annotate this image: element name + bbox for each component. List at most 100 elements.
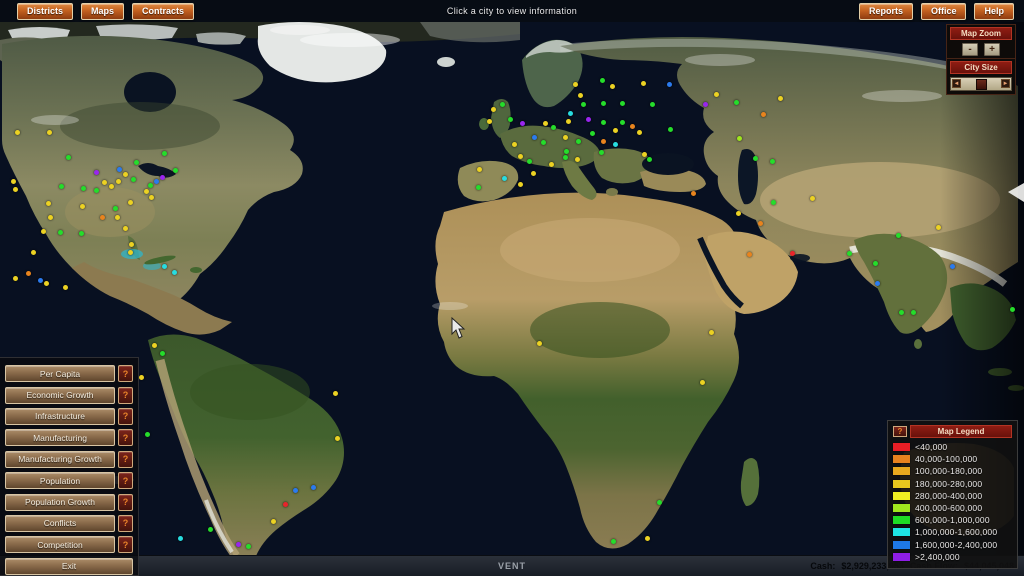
city-dot[interactable]	[13, 276, 18, 281]
city-dot[interactable]	[38, 278, 43, 283]
city-dot[interactable]	[518, 154, 523, 159]
sidebar-item-population[interactable]: Population	[5, 472, 115, 489]
city-dot[interactable]	[44, 281, 49, 286]
maps-button[interactable]: Maps	[81, 3, 124, 20]
help-icon[interactable]: ?	[118, 515, 133, 532]
city-dot[interactable]	[81, 186, 86, 191]
city-dot[interactable]	[691, 191, 696, 196]
sidebar-item-manufacturing[interactable]: Manufacturing	[5, 429, 115, 446]
city-dot[interactable]	[26, 271, 31, 276]
city-dot[interactable]	[46, 201, 51, 206]
city-dot[interactable]	[578, 93, 583, 98]
sidebar-item-manufacturing-growth[interactable]: Manufacturing Growth	[5, 451, 115, 468]
city-dot[interactable]	[590, 131, 595, 136]
city-dot[interactable]	[642, 152, 647, 157]
city-dot[interactable]	[160, 351, 165, 356]
city-dot[interactable]	[487, 119, 492, 124]
city-dot[interactable]	[667, 82, 672, 87]
city-dot[interactable]	[80, 204, 85, 209]
city-dot[interactable]	[771, 200, 776, 205]
city-dot[interactable]	[641, 81, 646, 86]
help-icon[interactable]: ?	[118, 494, 133, 511]
city-dot[interactable]	[790, 251, 795, 256]
city-dot[interactable]	[657, 500, 662, 505]
city-dot[interactable]	[758, 221, 763, 226]
help-icon[interactable]: ?	[118, 365, 133, 382]
help-icon[interactable]: ?	[118, 472, 133, 489]
office-button[interactable]: Office	[921, 3, 967, 20]
city-dot[interactable]	[911, 310, 916, 315]
city-dot[interactable]	[236, 542, 241, 547]
city-dot[interactable]	[109, 184, 114, 189]
city-dot[interactable]	[575, 157, 580, 162]
city-dot[interactable]	[668, 127, 673, 132]
city-dot[interactable]	[778, 96, 783, 101]
city-dot[interactable]	[512, 142, 517, 147]
city-dot[interactable]	[477, 167, 482, 172]
city-dot[interactable]	[568, 111, 573, 116]
city-dot[interactable]	[491, 107, 496, 112]
city-dot[interactable]	[600, 78, 605, 83]
city-dot[interactable]	[613, 142, 618, 147]
city-dot[interactable]	[532, 135, 537, 140]
city-dot[interactable]	[936, 225, 941, 230]
city-dot[interactable]	[613, 128, 618, 133]
sidebar-item-conflicts[interactable]: Conflicts	[5, 515, 115, 532]
city-dot[interactable]	[152, 343, 157, 348]
city-dot[interactable]	[162, 151, 167, 156]
city-dot[interactable]	[41, 229, 46, 234]
city-dot[interactable]	[601, 139, 606, 144]
city-dot[interactable]	[283, 502, 288, 507]
sidebar-item-population-growth[interactable]: Population Growth	[5, 494, 115, 511]
help-icon[interactable]: ?	[118, 429, 133, 446]
city-dot[interactable]	[576, 139, 581, 144]
city-dot[interactable]	[630, 124, 635, 129]
city-dot[interactable]	[703, 102, 708, 107]
city-dot[interactable]	[541, 140, 546, 145]
city-dot[interactable]	[531, 171, 536, 176]
city-dot[interactable]	[563, 155, 568, 160]
city-dot[interactable]	[66, 155, 71, 160]
city-dot[interactable]	[543, 121, 548, 126]
city-dot[interactable]	[770, 159, 775, 164]
city-dot[interactable]	[162, 264, 167, 269]
city-dot[interactable]	[139, 375, 144, 380]
help-icon[interactable]: ?	[118, 451, 133, 468]
city-dot[interactable]	[178, 536, 183, 541]
city-dot[interactable]	[129, 242, 134, 247]
city-dot[interactable]	[736, 211, 741, 216]
city-dot[interactable]	[13, 187, 18, 192]
city-dot[interactable]	[747, 252, 752, 257]
city-dot[interactable]	[620, 101, 625, 106]
sidebar-item-per-capita[interactable]: Per Capita	[5, 365, 115, 382]
city-size-slider[interactable]: ◄ ►	[950, 77, 1012, 91]
city-dot[interactable]	[647, 157, 652, 162]
city-dot[interactable]	[518, 182, 523, 187]
city-dot[interactable]	[246, 544, 251, 549]
city-dot[interactable]	[102, 180, 107, 185]
city-dot[interactable]	[208, 527, 213, 532]
city-dot[interactable]	[293, 488, 298, 493]
city-dot[interactable]	[117, 167, 122, 172]
city-dot[interactable]	[31, 250, 36, 255]
city-dot[interactable]	[810, 196, 815, 201]
city-dot[interactable]	[620, 120, 625, 125]
reports-button[interactable]: Reports	[859, 3, 913, 20]
city-dot[interactable]	[58, 230, 63, 235]
help-icon[interactable]: ?	[118, 536, 133, 553]
city-dot[interactable]	[63, 285, 68, 290]
city-dot[interactable]	[94, 170, 99, 175]
city-dot[interactable]	[873, 261, 878, 266]
city-dot[interactable]	[144, 189, 149, 194]
city-dot[interactable]	[172, 270, 177, 275]
city-dot[interactable]	[520, 121, 525, 126]
city-dot[interactable]	[563, 135, 568, 140]
sidebar-item-competition[interactable]: Competition	[5, 536, 115, 553]
city-dot[interactable]	[610, 84, 615, 89]
city-dot[interactable]	[527, 159, 532, 164]
city-dot[interactable]	[753, 156, 758, 161]
city-dot[interactable]	[551, 125, 556, 130]
city-dot[interactable]	[271, 519, 276, 524]
city-dot[interactable]	[311, 485, 316, 490]
sidebar-item-infrastructure[interactable]: Infrastructure	[5, 408, 115, 425]
